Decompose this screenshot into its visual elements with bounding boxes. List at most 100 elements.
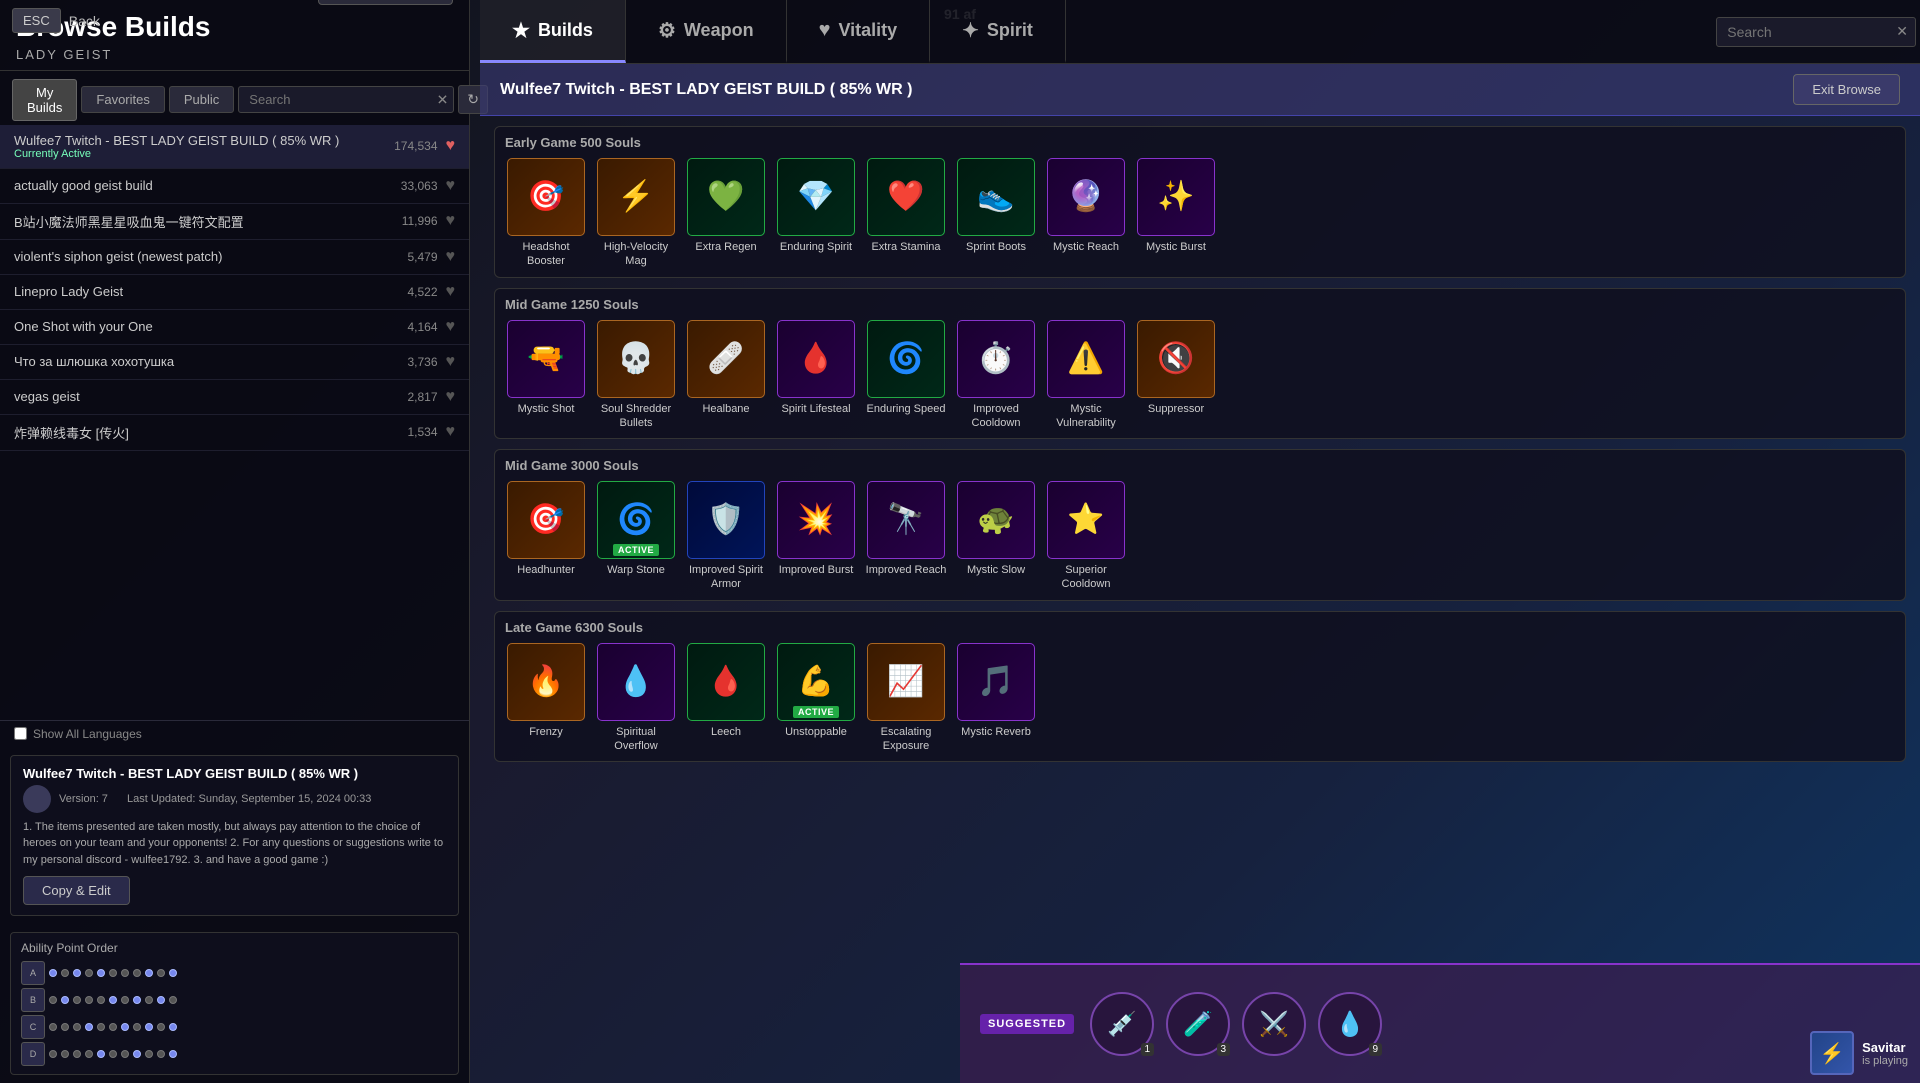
- item-card[interactable]: 🔭 Improved Reach: [865, 481, 947, 592]
- show-all-languages-checkbox[interactable]: [14, 727, 27, 740]
- esc-button[interactable]: ESC: [12, 8, 61, 33]
- item-card[interactable]: 💚 Extra Regen: [685, 158, 767, 269]
- item-name: Extra Stamina: [871, 240, 940, 254]
- item-name: Leech: [711, 725, 741, 739]
- section-title: Early Game 500 Souls: [505, 135, 1895, 150]
- item-name: High-Velocity Mag: [595, 240, 677, 269]
- item-card[interactable]: 💧 Spiritual Overflow: [595, 643, 677, 754]
- item-card[interactable]: 🔇 Suppressor: [1135, 320, 1217, 431]
- item-icon-wrap: 🩹: [687, 320, 765, 398]
- item-name: Spirit Lifesteal: [781, 402, 850, 416]
- item-card[interactable]: 💀 Soul Shredder Bullets: [595, 320, 677, 431]
- item-card[interactable]: ⚠️ Mystic Vulnerability: [1045, 320, 1127, 431]
- item-card[interactable]: 🔮 Mystic Reach: [1045, 158, 1127, 269]
- item-card[interactable]: 💪 ACTIVE Unstoppable: [775, 643, 857, 754]
- item-card[interactable]: ⏱️ Improved Cooldown: [955, 320, 1037, 431]
- suggested-item[interactable]: 💉 1: [1090, 992, 1154, 1056]
- nav-tab-vitality[interactable]: ♥ Vitality: [787, 0, 931, 63]
- heart-icon[interactable]: ♥: [446, 318, 456, 336]
- item-card[interactable]: ⚡ High-Velocity Mag: [595, 158, 677, 269]
- item-icon: 🛡️: [707, 505, 744, 535]
- item-name: Mystic Vulnerability: [1045, 402, 1127, 431]
- suggested-section: SUGGESTED 💉 1 🧪 3 ⚔️ 💧 9: [960, 963, 1920, 1083]
- item-name: Enduring Speed: [867, 402, 946, 416]
- build-list-item[interactable]: One Shot with your One 4,164 ♥: [0, 310, 469, 345]
- item-card[interactable]: 🔥 Frenzy: [505, 643, 587, 754]
- heart-icon[interactable]: ♥: [446, 177, 456, 195]
- search-clear-icon[interactable]: ✕: [437, 91, 449, 108]
- item-card[interactable]: 🎯 Headhunter: [505, 481, 587, 592]
- tab-public[interactable]: Public: [169, 86, 234, 113]
- heart-icon[interactable]: ♥: [446, 137, 456, 155]
- item-card[interactable]: ⭐ Superior Cooldown: [1045, 481, 1127, 592]
- build-list-item[interactable]: B站小魔法师黑星星吸血鬼一键符文配置 11,996 ♥: [0, 204, 469, 240]
- spirit-tab-icon: ✦: [962, 18, 979, 43]
- build-header-title: Wulfee7 Twitch - BEST LADY GEIST BUILD (…: [500, 81, 912, 99]
- item-card[interactable]: 🎵 Mystic Reverb: [955, 643, 1037, 754]
- ability-dot: [109, 1050, 117, 1058]
- item-card[interactable]: ✨ Mystic Burst: [1135, 158, 1217, 269]
- suggested-item[interactable]: ⚔️: [1242, 992, 1306, 1056]
- heart-icon[interactable]: ♥: [446, 353, 456, 371]
- item-card[interactable]: 💎 Enduring Spirit: [775, 158, 857, 269]
- heart-icon[interactable]: ♥: [446, 248, 456, 266]
- suggested-item[interactable]: 💧 9: [1318, 992, 1382, 1056]
- nav-tab-weapon[interactable]: ⚙ Weapon: [626, 0, 787, 63]
- item-card[interactable]: 🩸 Leech: [685, 643, 767, 754]
- item-icon-wrap: 🌀: [867, 320, 945, 398]
- exit-browse-button[interactable]: Exit Browse: [1793, 74, 1900, 105]
- build-list-item[interactable]: vegas geist 2,817 ♥: [0, 380, 469, 415]
- copy-edit-button[interactable]: Copy & Edit: [23, 876, 130, 905]
- back-button[interactable]: Back: [69, 13, 100, 29]
- item-card[interactable]: 🩹 Healbane: [685, 320, 767, 431]
- build-item-count: 11,996: [402, 214, 438, 228]
- item-icon: ❤️: [887, 182, 924, 212]
- build-list-item[interactable]: actually good geist build 33,063 ♥: [0, 169, 469, 204]
- item-icon-wrap: 💀: [597, 320, 675, 398]
- item-card[interactable]: ❤️ Extra Stamina: [865, 158, 947, 269]
- item-icon: ⚡: [617, 182, 654, 212]
- ability-dot: [121, 969, 129, 977]
- heart-icon[interactable]: ♥: [446, 212, 456, 230]
- build-list-item[interactable]: 炸弹赖线毒女 [传火] 1,534 ♥: [0, 415, 469, 451]
- ability-dot: [133, 996, 141, 1004]
- build-version: Version: 7: [59, 793, 108, 805]
- heart-icon[interactable]: ♥: [446, 423, 456, 441]
- nav-tab-spirit[interactable]: ✦ Spirit: [930, 0, 1066, 63]
- item-card[interactable]: 📈 Escalating Exposure: [865, 643, 947, 754]
- item-card[interactable]: 🐢 Mystic Slow: [955, 481, 1037, 592]
- item-card[interactable]: 🎯 Headshot Booster: [505, 158, 587, 269]
- suggested-item[interactable]: 🧪 3: [1166, 992, 1230, 1056]
- build-item-name: actually good geist build: [14, 178, 401, 193]
- item-card[interactable]: 🔫 Mystic Shot: [505, 320, 587, 431]
- item-card[interactable]: 💥 Improved Burst: [775, 481, 857, 592]
- ability-dot: [157, 1023, 165, 1031]
- item-card[interactable]: 🌀 ACTIVE Warp Stone: [595, 481, 677, 592]
- show-all-languages-label: Show All Languages: [33, 727, 142, 741]
- nav-tab-builds[interactable]: ★ Builds: [480, 0, 626, 63]
- item-card[interactable]: 🌀 Enduring Speed: [865, 320, 947, 431]
- item-card[interactable]: 🩸 Spirit Lifesteal: [775, 320, 857, 431]
- item-icon: 📈: [887, 667, 924, 697]
- item-card[interactable]: 👟 Sprint Boots: [955, 158, 1037, 269]
- build-list-item[interactable]: Что за шлюшка хохотушка 3,736 ♥: [0, 345, 469, 380]
- tab-my-builds[interactable]: My Builds: [12, 79, 77, 121]
- ability-dot: [85, 1050, 93, 1058]
- ability-dot: [61, 996, 69, 1004]
- item-name: Frenzy: [529, 725, 563, 739]
- build-list-item[interactable]: violent's siphon geist (newest patch) 5,…: [0, 240, 469, 275]
- build-details-description: 1. The items presented are taken mostly,…: [23, 819, 446, 869]
- nav-search-input[interactable]: [1716, 17, 1916, 47]
- tab-favorites[interactable]: Favorites: [81, 86, 164, 113]
- build-list-item[interactable]: Linepro Lady Geist 4,522 ♥: [0, 275, 469, 310]
- item-icon: 🩹: [707, 344, 744, 374]
- build-list-item[interactable]: Wulfee7 Twitch - BEST LADY GEIST BUILD (…: [0, 125, 469, 169]
- nav-search-clear-icon[interactable]: ✕: [1896, 23, 1908, 40]
- build-item-name: Linepro Lady Geist: [14, 284, 407, 299]
- heart-icon[interactable]: ♥: [446, 283, 456, 301]
- item-card[interactable]: 🛡️ Improved Spirit Armor: [685, 481, 767, 592]
- create-build-button[interactable]: Create New Build: [318, 0, 453, 5]
- builds-search-input[interactable]: [238, 86, 454, 113]
- heart-icon[interactable]: ♥: [446, 388, 456, 406]
- nav-tabs: ★ Builds ⚙ Weapon ♥ Vitality ✦ Spirit ✕: [480, 0, 1920, 64]
